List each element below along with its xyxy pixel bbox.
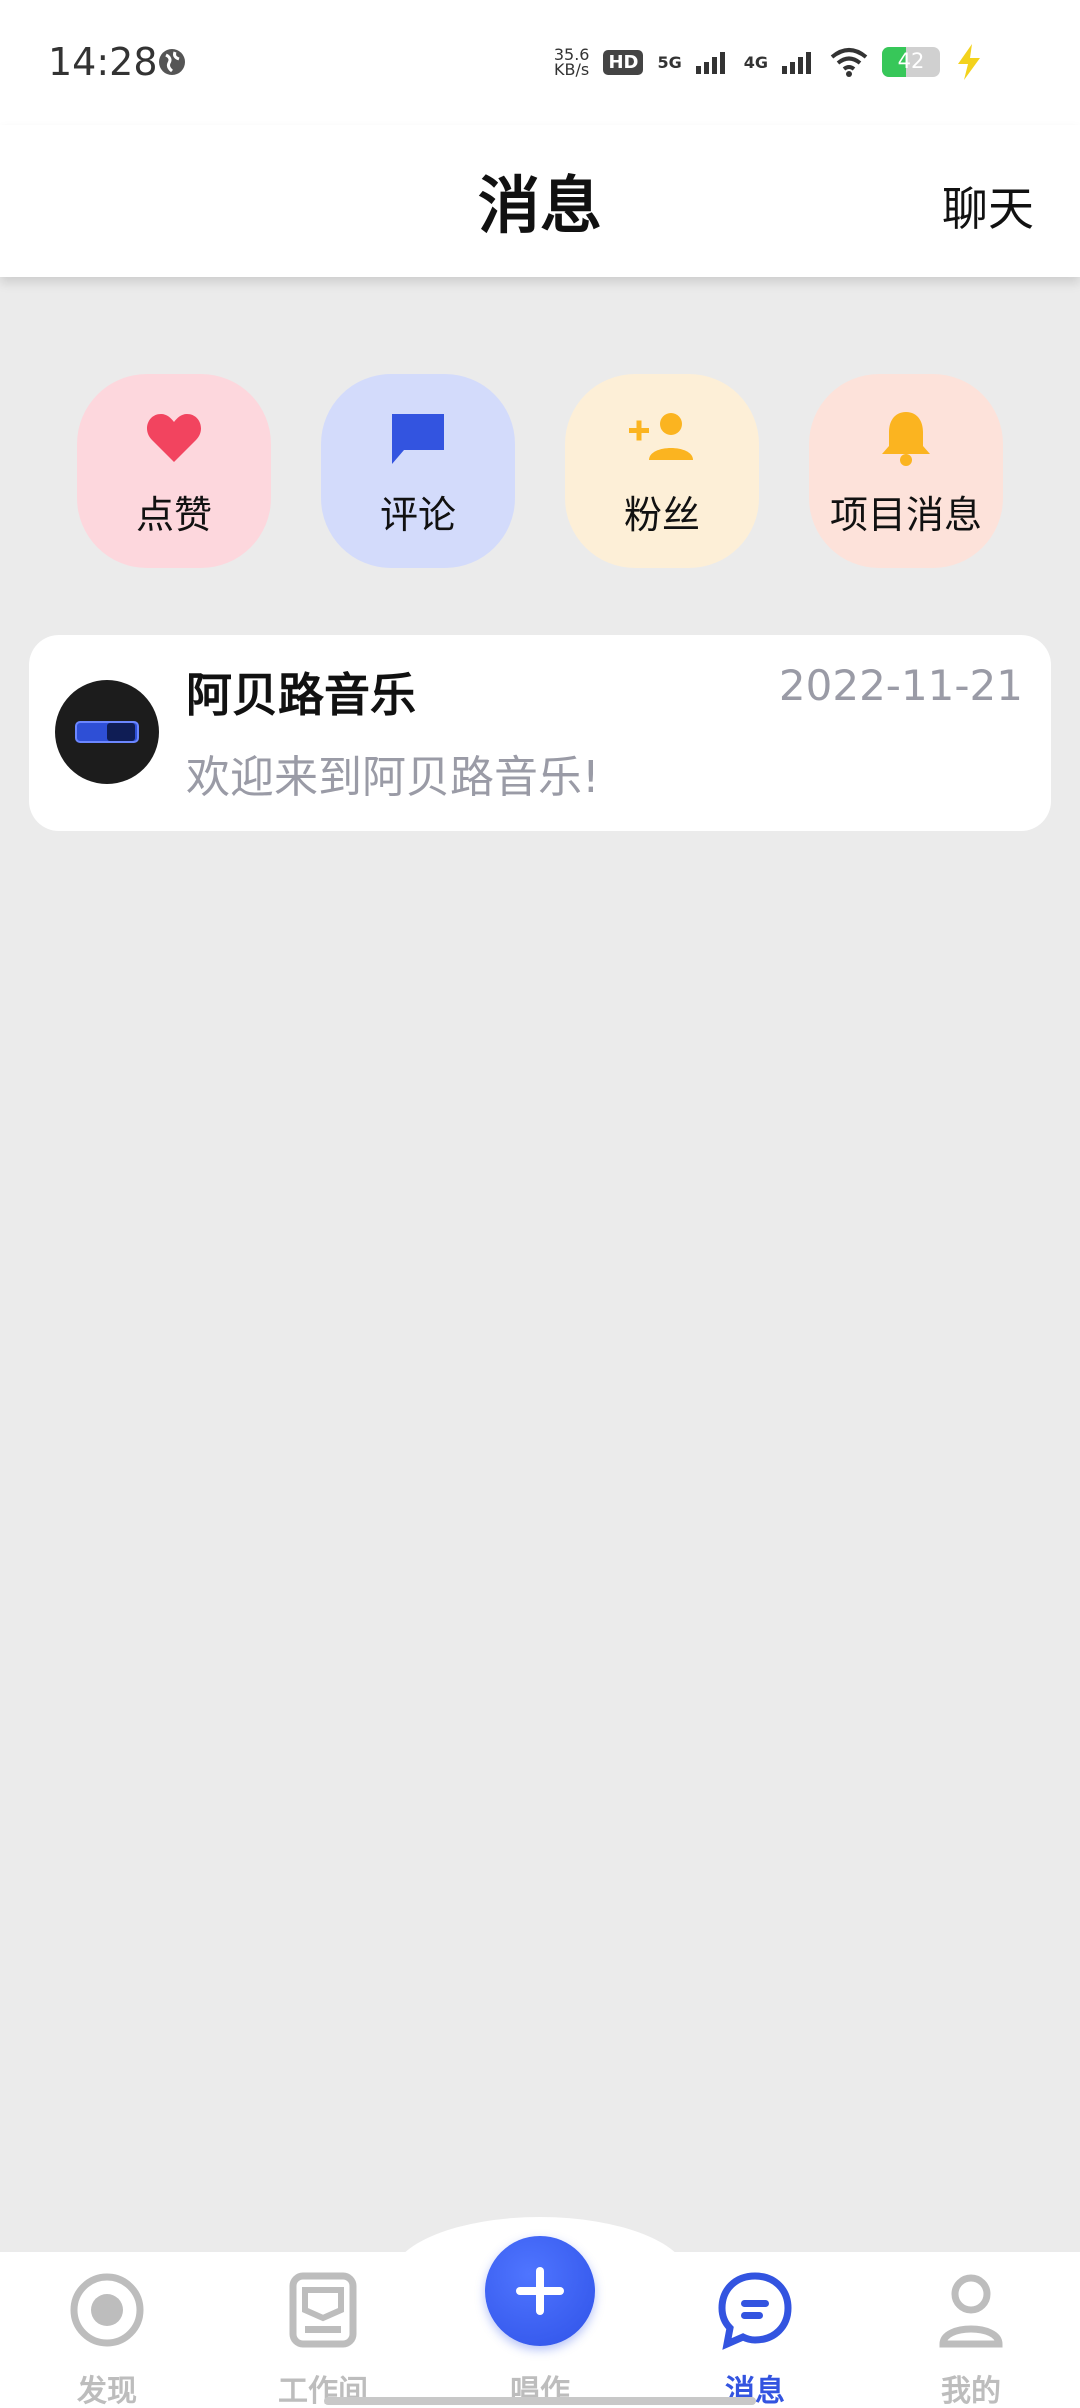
page-title: 消息 xyxy=(477,169,602,242)
nav-messages[interactable]: 消息 xyxy=(675,2270,835,2408)
hd-badge: HD xyxy=(603,49,644,75)
nav-label: 我的 xyxy=(941,2374,1001,2408)
charging-bolt-icon xyxy=(958,44,980,80)
message-date: 2022-11-21 xyxy=(778,661,1023,710)
nav-create[interactable]: 唱作 xyxy=(460,2270,620,2408)
category-label: 项目消息 xyxy=(829,493,982,537)
category-label: 点赞 xyxy=(135,493,212,537)
nav-label: 发现 xyxy=(77,2374,137,2408)
bell-icon xyxy=(882,412,930,466)
signal-4g-label: 4G xyxy=(743,52,768,72)
profile-icon xyxy=(939,2274,1003,2348)
signal-5g-label: 5G xyxy=(657,52,682,72)
home-indicator[interactable] xyxy=(324,2397,756,2405)
net-speed: 35.6 KB/s xyxy=(553,45,590,79)
status-icons: 35.6 KB/s HD 5G 4G 42 xyxy=(554,40,940,84)
category-label: 评论 xyxy=(379,493,456,537)
avatar xyxy=(55,680,159,784)
workspace-icon xyxy=(289,2272,357,2348)
nav-profile[interactable]: 我的 xyxy=(891,2270,1051,2408)
battery-indicator: 42 xyxy=(882,47,940,77)
category-comments[interactable]: 评论 xyxy=(321,374,515,568)
discover-icon xyxy=(70,2273,144,2347)
message-sender: 阿贝路音乐 xyxy=(186,668,416,722)
message-list-item[interactable]: 阿贝路音乐 2022-11-21 欢迎来到阿贝路音乐! xyxy=(29,635,1051,831)
status-bar: 14:28 35.6 KB/s HD 5G 4G 42 xyxy=(0,0,1080,125)
category-project-messages[interactable]: 项目消息 xyxy=(809,374,1003,568)
wifi-icon xyxy=(830,48,868,77)
signal-icon xyxy=(695,52,725,74)
category-likes[interactable]: 点赞 xyxy=(77,374,271,568)
category-fans[interactable]: 粉丝 xyxy=(565,374,759,568)
status-time: 14:28 xyxy=(48,40,158,84)
add-user-icon xyxy=(629,413,693,460)
message-preview: 欢迎来到阿贝路音乐! xyxy=(186,752,600,803)
nav-workspace[interactable]: 工作间 xyxy=(243,2270,403,2408)
header: 消息 聊天 xyxy=(0,125,1080,277)
nav-discover[interactable]: 发现 xyxy=(27,2270,187,2408)
category-label: 粉丝 xyxy=(623,493,700,537)
message-icon xyxy=(718,2272,792,2350)
globe-icon xyxy=(159,49,185,75)
heart-icon xyxy=(146,414,202,462)
comment-icon xyxy=(392,414,444,464)
signal-icon xyxy=(782,52,811,74)
chat-button[interactable]: 聊天 xyxy=(942,173,1034,239)
